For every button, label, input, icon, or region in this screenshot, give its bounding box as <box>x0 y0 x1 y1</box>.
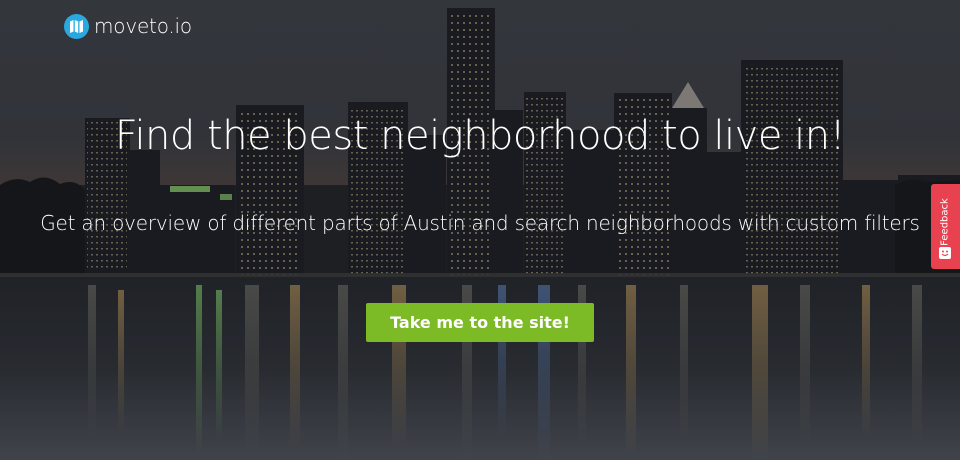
map-icon <box>64 14 89 39</box>
brand-name: moveto.io <box>94 14 192 38</box>
hero-section: moveto.io Find the best neighborhood to … <box>0 0 960 460</box>
brand-logo[interactable]: moveto.io <box>64 14 192 39</box>
take-me-to-site-button[interactable]: Take me to the site! <box>366 303 594 342</box>
feedback-tab[interactable]: Feedback <box>931 184 960 269</box>
feedback-label: Feedback <box>939 198 951 246</box>
smile-icon <box>939 247 951 259</box>
hero-headline: Find the best neighborhood to live in! <box>114 113 846 159</box>
hero-subheadline: Get an overview of different parts of Au… <box>40 211 920 235</box>
